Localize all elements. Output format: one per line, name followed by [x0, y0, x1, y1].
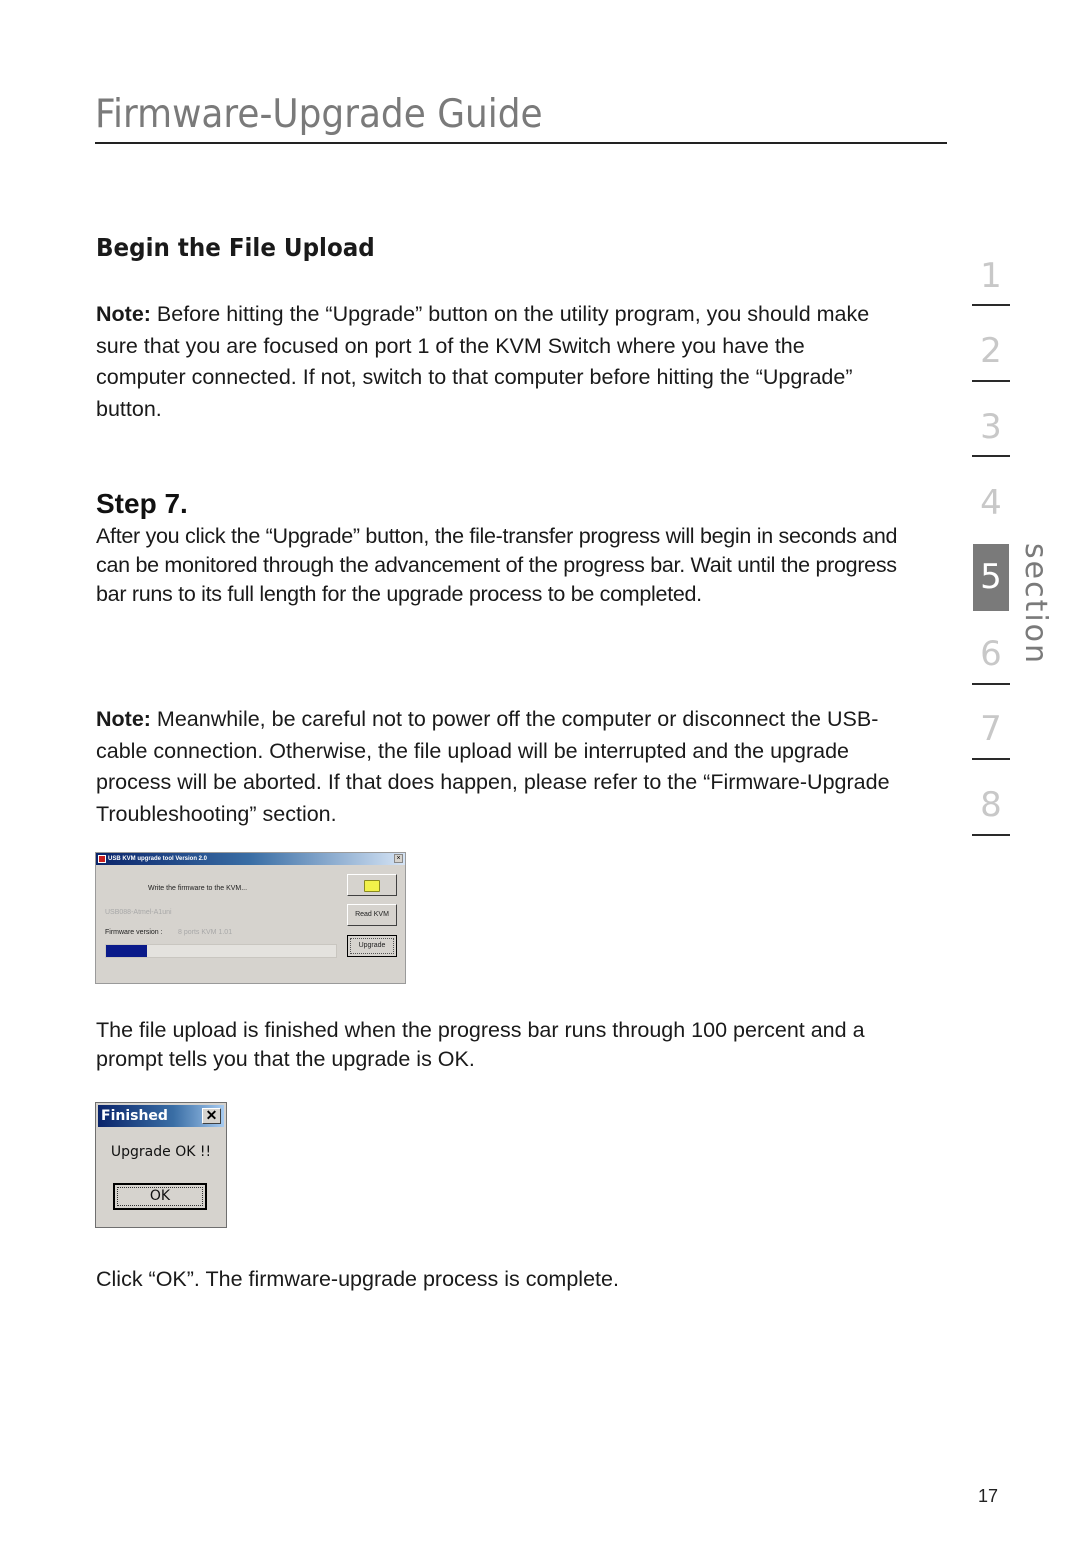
completion-paragraph: Click “OK”. The firmware-upgrade process… — [96, 1267, 619, 1291]
upgrade-tool-titlebar: USB KVM upgrade tool Version 2.0 × — [96, 853, 405, 865]
finished-dialog-titlebar: Finished ✕ — [98, 1105, 224, 1127]
title-divider — [95, 142, 947, 144]
page-number: 17 — [978, 1486, 999, 1506]
firmware-version-value: 8 ports KVM 1.01 — [178, 929, 233, 936]
upgrade-button[interactable]: Upgrade — [347, 935, 397, 957]
folder-icon — [364, 880, 380, 892]
section-nav-item-1[interactable]: 1 — [972, 256, 1010, 296]
note-label: Note: — [96, 707, 151, 731]
step-heading: Step 7. — [96, 488, 188, 519]
section-nav-divider — [972, 758, 1010, 760]
note-label: Note: — [96, 302, 151, 326]
close-icon[interactable]: × — [394, 854, 403, 863]
upgrade-tool-title: USB KVM upgrade tool Version 2.0 — [108, 856, 208, 862]
read-kvm-button[interactable]: Read KVM — [347, 904, 397, 926]
progress-fill — [106, 945, 148, 957]
section-nav-item-6[interactable]: 6 — [972, 634, 1010, 674]
section-nav-divider — [972, 380, 1010, 382]
open-file-button[interactable] — [347, 874, 397, 896]
section-nav-item-7[interactable]: 7 — [972, 709, 1010, 749]
page-title: Firmware-Upgrade Guide — [95, 92, 543, 137]
note-text: Before hitting the “Upgrade” button on t… — [96, 302, 870, 421]
ok-button[interactable]: OK — [113, 1183, 207, 1210]
note-text: Meanwhile, be careful not to power off t… — [96, 707, 890, 826]
app-icon — [98, 855, 106, 863]
section-label: section — [1018, 543, 1053, 666]
section-nav-item-3[interactable]: 3 — [972, 407, 1010, 447]
upload-progress-bar — [105, 944, 337, 958]
section-nav-item-4[interactable]: 4 — [972, 483, 1010, 523]
section-nav-item-5-active[interactable]: 5 — [973, 544, 1009, 611]
upgrade-status-text: Write the firmware to the KVM... — [148, 885, 248, 892]
section-heading: Begin the File Upload — [96, 233, 375, 262]
finished-paragraph: The file upload is finished when the pro… — [96, 1018, 865, 1071]
finished-dialog-message: Upgrade OK !! — [110, 1144, 212, 1160]
section-nav-divider — [972, 455, 1010, 457]
note-paragraph-caution: Note: Meanwhile, be careful not to power… — [96, 704, 896, 830]
section-nav-item-2[interactable]: 2 — [972, 331, 1010, 371]
section-nav-divider — [972, 683, 1010, 685]
finished-dialog: Finished ✕ Upgrade OK !! OK — [95, 1102, 227, 1228]
step-paragraph: After you click the “Upgrade” button, th… — [96, 524, 898, 606]
section-nav-item-8[interactable]: 8 — [972, 785, 1010, 825]
section-nav-divider — [972, 834, 1010, 836]
close-icon[interactable]: ✕ — [202, 1108, 221, 1124]
upgrade-tool-window: USB KVM upgrade tool Version 2.0 × Write… — [95, 852, 406, 984]
device-name-text: USB088-Atmel-A1uni — [105, 909, 172, 916]
note-paragraph-focus: Note: Before hitting the “Upgrade” butto… — [96, 299, 896, 425]
firmware-version-label: Firmware version : — [105, 929, 163, 936]
finished-dialog-title: Finished — [101, 1108, 168, 1124]
section-nav-divider — [972, 304, 1010, 306]
